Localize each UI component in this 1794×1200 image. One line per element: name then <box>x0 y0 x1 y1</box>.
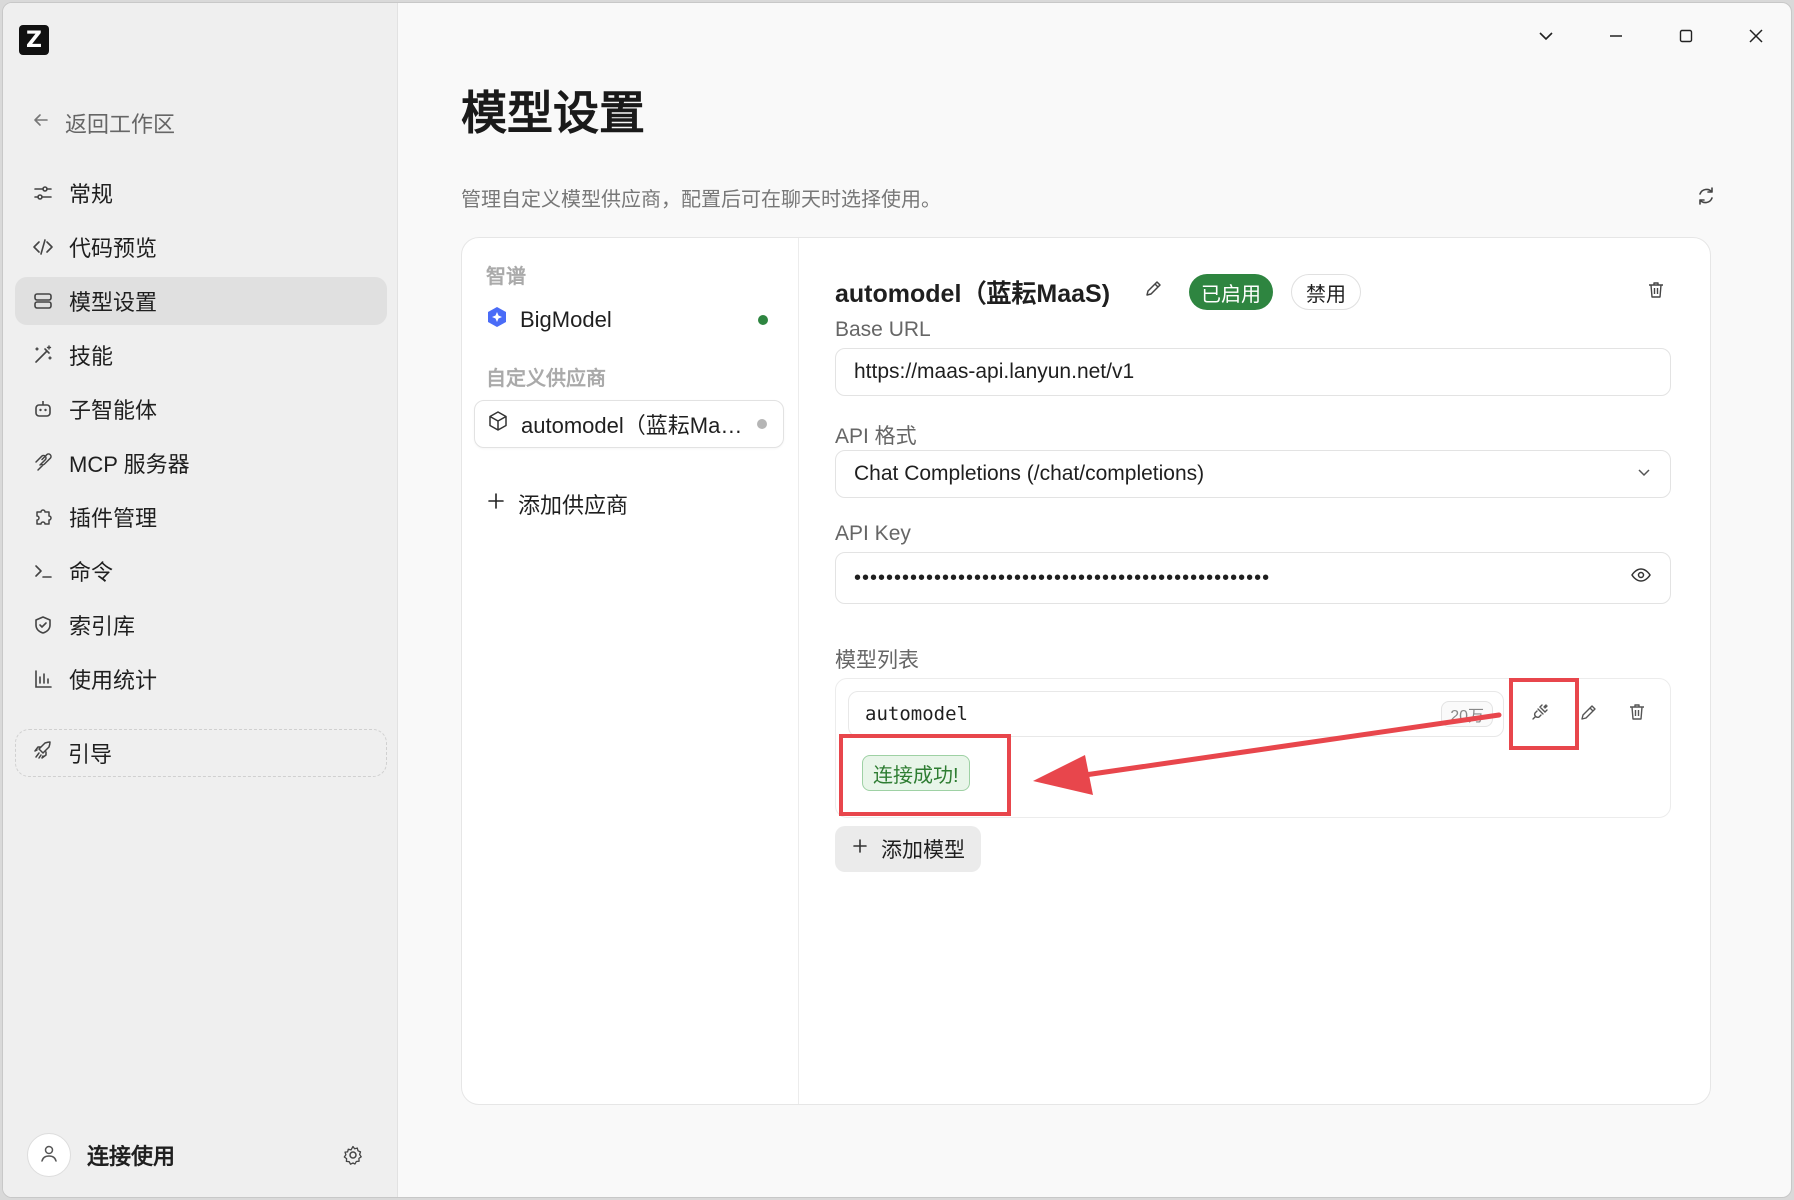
delete-model-button[interactable] <box>1620 697 1654 731</box>
add-model-label: 添加模型 <box>881 839 965 862</box>
back-label: 返回工作区 <box>65 112 176 137</box>
add-provider-button[interactable]: 添加供应商 <box>486 488 628 520</box>
sidebar-item-model-settings[interactable]: 模型设置 <box>15 277 387 325</box>
sidebar-item-code-preview[interactable]: 代码预览 <box>15 223 387 271</box>
sidebar-item-label: 命令 <box>69 560 114 585</box>
group-label-builtin: 智谱 <box>486 266 526 288</box>
base-url-value: https://maas-api.lanyun.net/v1 <box>854 360 1135 383</box>
sliders-icon <box>31 181 55 205</box>
rocket-icon <box>32 739 54 767</box>
provider-name: automodel（蓝耘MaaS） <box>521 413 745 438</box>
sidebar-item-general[interactable]: 常规 <box>15 169 387 217</box>
sidebar-item-label: MCP 服务器 <box>69 452 190 477</box>
terminal-icon <box>31 559 55 583</box>
status-dot-active <box>758 315 768 325</box>
annotation-highlight-test-button <box>1509 678 1579 750</box>
server-icon <box>31 289 55 313</box>
model-name: automodel <box>865 703 968 725</box>
sidebar-item-label: 子智能体 <box>69 398 158 423</box>
edit-provider-button[interactable] <box>1140 276 1168 304</box>
main-content: 模型设置 管理自定义模型供应商，配置后可在聊天时选择使用。 智谱 BigMode… <box>399 3 1791 1197</box>
enabled-badge[interactable]: 已启用 <box>1189 274 1273 310</box>
api-format-select[interactable]: Chat Completions (/chat/completions) <box>835 450 1671 498</box>
page-description: 管理自定义模型供应商，配置后可在聊天时选择使用。 <box>461 189 941 211</box>
sidebar-item-label: 使用统计 <box>69 668 158 693</box>
sidebar-item-subagents[interactable]: 子智能体 <box>15 385 387 433</box>
sidebar: Z 返回工作区 常规 代码预览 模型设置 技能 子智能体 MCP 服务器 插件管… <box>3 3 398 1197</box>
settings-panel: 智谱 BigModel 自定义供应商 automodel（蓝耘MaaS） 添加供… <box>461 237 1711 1105</box>
app-logo: Z <box>19 25 49 55</box>
disable-button[interactable]: 禁用 <box>1291 274 1361 310</box>
back-to-workspace-link[interactable]: 返回工作区 <box>31 107 175 139</box>
base-url-label: Base URL <box>835 318 931 341</box>
provider-list: 智谱 BigModel 自定义供应商 automodel（蓝耘MaaS） 添加供… <box>462 238 799 1104</box>
sidebar-item-label: 模型设置 <box>69 290 158 315</box>
plus-icon <box>486 491 506 517</box>
api-key-field[interactable]: ••••••••••••••••••••••••••••••••••••••••… <box>835 552 1671 604</box>
sidebar-item-commands[interactable]: 命令 <box>15 547 387 595</box>
bar-chart-icon <box>31 667 55 691</box>
pencil-icon <box>1579 702 1599 727</box>
sidebar-item-label: 常规 <box>69 182 114 207</box>
mcp-icon <box>31 451 55 475</box>
pencil-icon <box>1144 278 1164 303</box>
arrow-left-icon <box>31 110 51 136</box>
eye-icon[interactable] <box>1630 564 1652 592</box>
user-row: 连接使用 <box>27 1133 367 1177</box>
api-key-label: API Key <box>835 522 911 545</box>
annotation-highlight-success <box>839 734 1011 816</box>
sidebar-nav: 常规 代码预览 模型设置 技能 子智能体 MCP 服务器 插件管理 命令 索引库… <box>15 169 387 709</box>
sidebar-item-skills[interactable]: 技能 <box>15 331 387 379</box>
provider-name: BigModel <box>520 307 612 332</box>
magic-wand-icon <box>31 343 55 367</box>
sidebar-item-index[interactable]: 索引库 <box>15 601 387 649</box>
api-format-value: Chat Completions (/chat/completions) <box>854 462 1205 485</box>
page-title: 模型设置 <box>461 87 645 139</box>
plus-icon <box>851 837 869 861</box>
add-model-button[interactable]: 添加模型 <box>835 826 981 872</box>
provider-item-automodel[interactable]: automodel（蓝耘MaaS） <box>474 400 784 448</box>
sidebar-item-mcp-servers[interactable]: MCP 服务器 <box>15 439 387 487</box>
sidebar-item-guide[interactable]: 引导 <box>15 729 387 777</box>
provider-title: automodel（蓝耘MaaS) <box>835 280 1111 308</box>
bigmodel-logo-icon <box>486 306 508 334</box>
add-provider-label: 添加供应商 <box>518 493 629 518</box>
trash-icon <box>1646 280 1666 305</box>
chevron-down-icon <box>1636 462 1652 486</box>
provider-detail: automodel（蓝耘MaaS) 已启用 禁用 Base URL https:… <box>799 238 1710 1104</box>
user-name: 连接使用 <box>87 1144 176 1169</box>
status-dot-inactive <box>757 419 767 429</box>
sidebar-item-usage-stats[interactable]: 使用统计 <box>15 655 387 703</box>
code-icon <box>31 235 55 259</box>
sidebar-item-label: 索引库 <box>69 614 136 639</box>
group-label-custom: 自定义供应商 <box>486 368 606 390</box>
user-icon <box>38 1142 60 1169</box>
api-key-value: ••••••••••••••••••••••••••••••••••••••••… <box>854 566 1271 589</box>
refresh-icon <box>1695 185 1717 212</box>
trash-icon <box>1627 702 1647 727</box>
context-length-badge: 20万 <box>1441 701 1493 727</box>
models-label: 模型列表 <box>835 649 919 672</box>
api-format-label: API 格式 <box>835 425 917 448</box>
gear-icon[interactable] <box>339 1141 367 1169</box>
guide-label: 引导 <box>68 742 113 767</box>
model-row: automodel 20万 <box>848 691 1504 737</box>
avatar[interactable] <box>27 1133 71 1177</box>
base-url-field[interactable]: https://maas-api.lanyun.net/v1 <box>835 348 1671 396</box>
sidebar-item-plugins[interactable]: 插件管理 <box>15 493 387 541</box>
app-window: Z 返回工作区 常规 代码预览 模型设置 技能 子智能体 MCP 服务器 插件管… <box>2 2 1792 1198</box>
sidebar-item-label: 插件管理 <box>69 506 158 531</box>
delete-provider-button[interactable] <box>1642 278 1670 306</box>
puzzle-icon <box>31 505 55 529</box>
refresh-button[interactable] <box>1691 183 1721 213</box>
bot-icon <box>31 397 55 421</box>
sidebar-item-label: 代码预览 <box>69 236 158 261</box>
cube-icon <box>487 410 509 438</box>
sidebar-item-label: 技能 <box>69 344 114 369</box>
shield-icon <box>31 613 55 637</box>
provider-item-bigmodel[interactable]: BigModel <box>474 296 784 344</box>
